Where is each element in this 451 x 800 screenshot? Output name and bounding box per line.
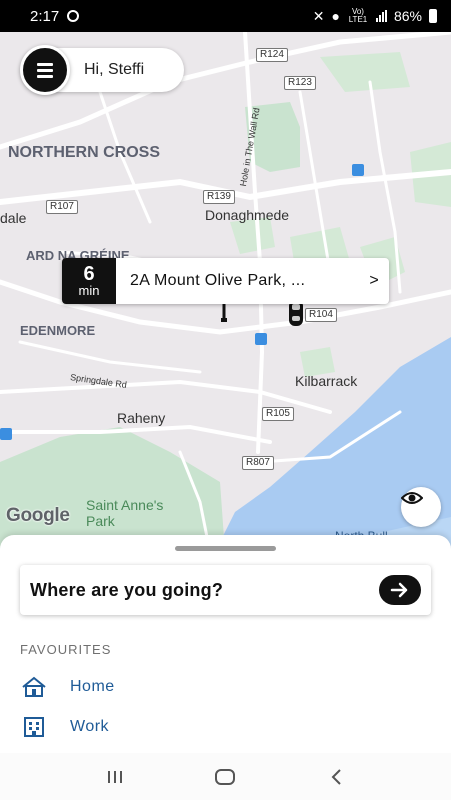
eta-unit: min <box>78 283 100 298</box>
road-label-r807: R807 <box>242 456 274 470</box>
menu-icon[interactable] <box>20 45 70 95</box>
status-left: 2:17 <box>30 7 80 25</box>
home-nav-icon <box>215 768 236 785</box>
go-button[interactable] <box>379 575 421 605</box>
favourite-home-label: Home <box>70 678 115 695</box>
back-icon <box>331 768 341 785</box>
place-label-kilbarrack: Kilbarrack <box>295 373 358 389</box>
signal-icon <box>375 10 387 22</box>
home-icon <box>20 675 48 699</box>
recents-icon <box>108 770 123 783</box>
pickup-eta-card[interactable]: 6 min 2A Mount Olive Park, ... > <box>62 258 389 304</box>
favourite-work-label: Work <box>70 718 110 735</box>
mute-icon: ✕ <box>312 7 325 24</box>
whatsapp-icon <box>67 10 80 22</box>
location-icon: ● <box>331 8 340 24</box>
pickup-address: 2A Mount Olive Park, ... <box>130 272 306 289</box>
building-icon <box>20 715 48 739</box>
back-button[interactable] <box>316 762 356 792</box>
road-label-r105: R105 <box>262 407 294 421</box>
chevron-right-icon: > <box>369 272 379 289</box>
status-right: ✕ ● Vo) LTE1 86% <box>313 8 437 25</box>
battery-icon <box>429 9 437 23</box>
road-label-r123: R123 <box>284 76 316 90</box>
road-label-r124: R124 <box>256 48 288 62</box>
recents-button[interactable] <box>95 762 135 792</box>
system-nav-bar <box>0 753 451 800</box>
eye-icon <box>401 492 423 504</box>
place-label-dale: dale <box>0 210 27 226</box>
eta-badge: 6 min <box>62 258 116 304</box>
road-label-r139: R139 <box>203 190 235 204</box>
favourite-home[interactable]: Home <box>20 671 320 703</box>
destination-search-card[interactable]: Where are you going? <box>20 565 431 615</box>
favourite-work[interactable]: Work <box>20 711 320 743</box>
place-label-donaghmede: Donaghmede <box>205 207 290 223</box>
road-label-r104: R104 <box>305 308 337 322</box>
arrow-right-icon <box>390 582 408 598</box>
place-label-saint-annes-park: Saint Anne's Park <box>86 497 164 529</box>
eta-minutes: 6 <box>83 263 95 285</box>
battery-label: 86% <box>393 8 422 24</box>
network-label: Vo) LTE1 <box>348 7 368 24</box>
place-label-raheny: Raheny <box>117 410 166 426</box>
sheet-drag-handle[interactable] <box>175 546 276 551</box>
favourites-title: FAVOURITES <box>20 642 112 657</box>
map-view[interactable]: R124 R123 R139 R107 R104 R105 R807 NORTH… <box>0 32 451 552</box>
home-nav-button[interactable] <box>205 762 245 792</box>
road-label-r107: R107 <box>46 200 78 214</box>
greeting-pill[interactable]: Hi, Steffi <box>20 45 184 95</box>
status-time: 2:17 <box>30 7 60 25</box>
recenter-location-button[interactable] <box>401 487 441 527</box>
google-attribution: Google <box>6 505 70 526</box>
destination-prompt: Where are you going? <box>30 579 224 600</box>
status-bar: 2:17 ✕ ● Vo) LTE1 86% <box>0 0 451 32</box>
area-label-northern-cross: NORTHERN CROSS <box>8 144 161 161</box>
area-label-edenmore: EDENMORE <box>20 323 96 338</box>
greeting-text: Hi, Steffi <box>84 61 145 78</box>
destination-sheet: Where are you going? FAVOURITES Home Wor… <box>0 535 451 753</box>
